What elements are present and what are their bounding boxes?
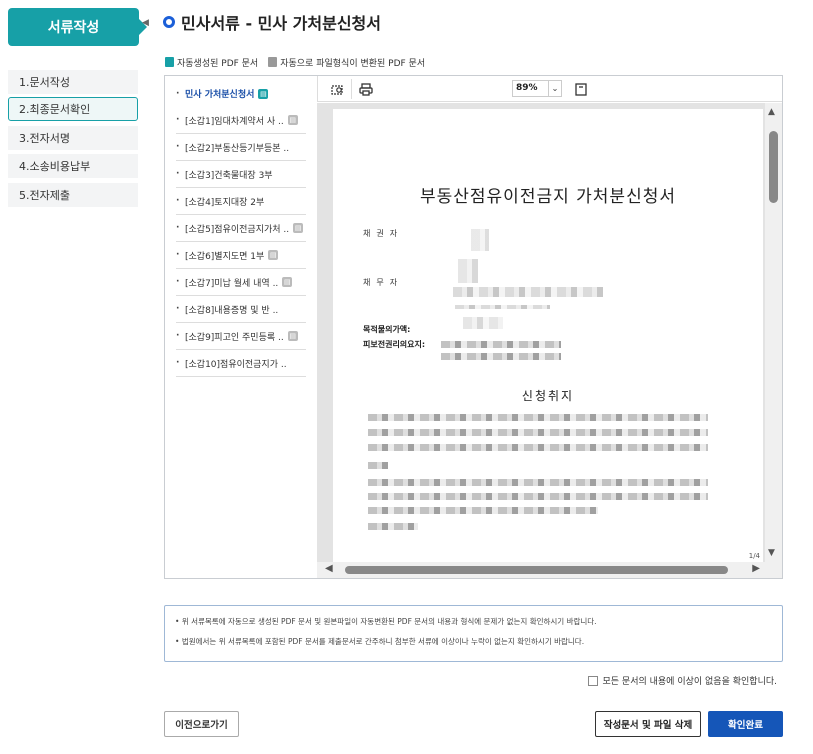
redacted-text bbox=[453, 287, 603, 297]
confirm-checkbox[interactable]: 모든 문서의 내용에 이상이 없음을 확인합니다. bbox=[587, 674, 778, 687]
converted-pdf-icon: ▤ bbox=[287, 331, 298, 341]
print-icon[interactable] bbox=[358, 81, 374, 97]
auto-pdf-icon bbox=[165, 57, 174, 67]
converted-pdf-icon: ▤ bbox=[268, 250, 279, 260]
page-title: 민사서류 - 민사 가처분신청서 bbox=[163, 10, 381, 34]
section-purpose: 신청취지 bbox=[521, 389, 575, 403]
page-title-text: 민사서류 - 민사 가처분신청서 bbox=[181, 14, 381, 33]
pdf-page: 부동산점유이전금지 가처분신청서 채권자 채무자 목적물의가액: 피보전권리의요… bbox=[333, 109, 763, 578]
redacted-text bbox=[441, 353, 561, 360]
doc-item[interactable]: [소갑8]내용증명 및 반 .. bbox=[176, 296, 306, 323]
legend-converted: 자동으로 파일형식이 변환된 PDF 문서 bbox=[268, 56, 425, 69]
pdf-title: 부동산점유이전금지 가처분신청서 bbox=[419, 187, 676, 207]
scroll-left-icon[interactable]: ◀ bbox=[325, 563, 333, 574]
converted-pdf-icon bbox=[268, 57, 278, 67]
legend-converted-label: 자동으로 파일형식이 변환된 PDF 문서 bbox=[280, 59, 426, 69]
redacted-text bbox=[368, 523, 418, 530]
debtor-label: 채무자 bbox=[363, 278, 404, 287]
doc-item[interactable]: [소갑2]부동산등기부등본 .. bbox=[176, 134, 306, 161]
converted-pdf-icon: ▤ bbox=[293, 223, 304, 233]
converted-pdf-icon: ▤ bbox=[287, 115, 298, 125]
fit-page-icon[interactable] bbox=[573, 81, 589, 97]
sidebar-step-signature[interactable]: 3.전자서명 bbox=[8, 126, 138, 150]
chevron-down-icon: ⌄ bbox=[548, 81, 561, 96]
doc-item[interactable]: 민사 가처분신청서▤ bbox=[176, 80, 306, 107]
redacted-text bbox=[368, 493, 708, 500]
scroll-thumb[interactable] bbox=[769, 131, 778, 203]
prev-button[interactable]: 이전으로가기 bbox=[164, 711, 239, 737]
legend-auto: 자동생성된 PDF 문서 bbox=[165, 56, 258, 69]
redacted-text bbox=[368, 444, 708, 451]
doc-item[interactable]: [소갑4]토지대장 2부 bbox=[176, 188, 306, 215]
doc-item[interactable]: [소갑10]점유이전금지가 .. bbox=[176, 350, 306, 377]
notice-line: 위 서류목록에 자동으로 생성된 PDF 문서 및 원본파일이 자동변환된 PD… bbox=[175, 616, 772, 627]
auto-pdf-icon: ▤ bbox=[258, 88, 269, 99]
document-viewer: 민사 가처분신청서▤ [소갑1]임대차계약서 사 ..▤ [소갑2]부동산등기부… bbox=[164, 75, 783, 579]
delete-button[interactable]: 작성문서 및 파일 삭제 bbox=[595, 711, 701, 737]
scroll-right-icon[interactable]: ▶ bbox=[752, 563, 760, 574]
doc-item[interactable]: [소갑9]피고인 주민등록 ..▤ bbox=[176, 323, 306, 350]
page-indicator: 1/4 bbox=[748, 552, 760, 560]
legend-auto-label: 자동생성된 PDF 문서 bbox=[177, 59, 259, 69]
preserved-right-label: 피보전권리의요지: bbox=[363, 340, 426, 349]
redacted-text bbox=[368, 414, 708, 421]
horizontal-scrollbar[interactable]: ◀ ▶ bbox=[317, 562, 782, 578]
confirm-button[interactable]: 확인완료 bbox=[708, 711, 783, 737]
redacted-text bbox=[368, 507, 598, 514]
title-bullet-icon bbox=[163, 16, 175, 28]
sidebar-step-payment[interactable]: 4.소송비용납부 bbox=[8, 154, 138, 178]
doc-item[interactable]: [소갑7]미납 월세 내역 ..▤ bbox=[176, 269, 306, 296]
redacted-text bbox=[458, 259, 478, 283]
doc-item[interactable]: [소갑1]임대차계약서 사 ..▤ bbox=[176, 107, 306, 134]
document-list: 민사 가처분신청서▤ [소갑1]임대차계약서 사 ..▤ [소갑2]부동산등기부… bbox=[165, 76, 317, 578]
sidebar-step-document[interactable]: 1.문서작성 bbox=[8, 70, 138, 94]
zoom-select[interactable]: 89% ⌄ bbox=[512, 80, 562, 97]
checkbox-icon[interactable] bbox=[587, 675, 598, 686]
doc-item[interactable]: [소갑5]점유이전금지가처 ..▤ bbox=[176, 215, 306, 242]
creditor-label: 채권자 bbox=[363, 229, 404, 238]
pdf-canvas[interactable]: 부동산점유이전금지 가처분신청서 채권자 채무자 목적물의가액: 피보전권리의요… bbox=[317, 103, 782, 578]
redacted-text bbox=[471, 229, 489, 251]
object-value-label: 목적물의가액: bbox=[363, 325, 411, 334]
notice-box: 위 서류목록에 자동으로 생성된 PDF 문서 및 원본파일이 자동변환된 PD… bbox=[164, 605, 783, 662]
scroll-thumb[interactable] bbox=[345, 566, 728, 574]
redacted-text bbox=[368, 462, 388, 469]
doc-item[interactable]: [소갑6]별지도면 1부▤ bbox=[176, 242, 306, 269]
sidebar-step-final-check[interactable]: 2.최종문서확인 bbox=[8, 97, 138, 121]
converted-pdf-icon: ▤ bbox=[282, 277, 293, 287]
notice-line: 법원에서는 위 서류목록에 포함된 PDF 문서를 제출문서로 간주하니 첨부한… bbox=[175, 636, 772, 647]
scroll-up-icon[interactable]: ▲ bbox=[768, 107, 775, 117]
redacted-text bbox=[463, 317, 503, 329]
vertical-scrollbar[interactable]: ▲ ▼ bbox=[765, 103, 782, 562]
redacted-text bbox=[368, 429, 708, 436]
redacted-text bbox=[455, 305, 550, 309]
sidebar-header: 서류작성 bbox=[8, 8, 147, 46]
viewer-toolbar: 89% ⌄ bbox=[317, 76, 782, 102]
legend: 자동생성된 PDF 문서 자동으로 파일형식이 변환된 PDF 문서 bbox=[165, 56, 425, 69]
redacted-text bbox=[441, 341, 561, 348]
scroll-down-icon[interactable]: ▼ bbox=[768, 548, 775, 558]
confirm-label: 모든 문서의 내용에 이상이 없음을 확인합니다. bbox=[602, 677, 778, 687]
redacted-text bbox=[368, 479, 708, 486]
chevron-left-icon: ◀ bbox=[142, 18, 149, 28]
sidebar-step-submit[interactable]: 5.전자제출 bbox=[8, 183, 138, 207]
doc-item[interactable]: [소갑3]건축물대장 3부 bbox=[176, 161, 306, 188]
capture-icon[interactable] bbox=[324, 79, 352, 99]
